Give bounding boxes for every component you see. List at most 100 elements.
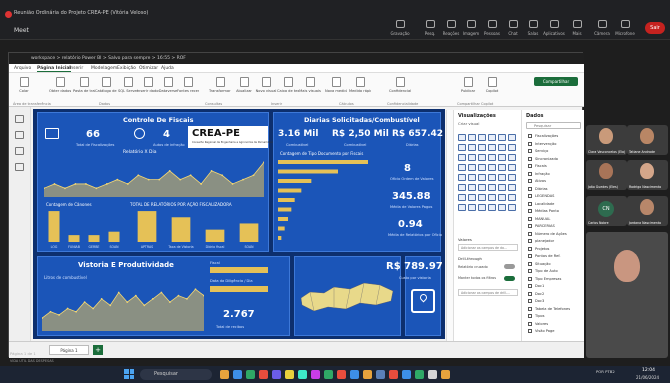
visual-type-icon[interactable] — [498, 204, 506, 211]
taskbar-app-icon[interactable] — [285, 370, 294, 379]
visual-type-icon[interactable] — [478, 134, 486, 141]
field-table-item[interactable]: Pontos de Ref. — [528, 254, 560, 258]
clock-time[interactable]: 12:04 — [642, 368, 655, 373]
visual-type-icon[interactable] — [478, 164, 486, 171]
participant-tile[interactable]: Clara Vasconcelos (Ela) — [586, 125, 627, 155]
taskbar-app-icon[interactable] — [324, 370, 333, 379]
visual-type-icon[interactable] — [458, 144, 466, 151]
report-view-icon[interactable] — [15, 115, 24, 123]
ribbon-button-2[interactable]: Pasta de trabalho do Excel — [73, 77, 95, 93]
visual-type-icon[interactable] — [498, 134, 506, 141]
taskbar-app-icon[interactable] — [376, 370, 385, 379]
checkbox-icon[interactable] — [528, 276, 532, 281]
visual-type-icon[interactable] — [468, 174, 476, 181]
menu-0[interactable]: Arquivo — [14, 66, 31, 71]
checkbox-icon[interactable] — [528, 149, 532, 153]
field-table-item[interactable]: Número de Ações — [528, 231, 567, 236]
visual-type-icon[interactable] — [458, 164, 466, 171]
field-table-item[interactable]: Diárias — [528, 186, 548, 191]
field-table-item[interactable]: Tipo de Auto — [528, 269, 558, 273]
visual-type-icon[interactable] — [468, 204, 476, 211]
visual-type-icon[interactable] — [458, 154, 466, 161]
field-table-item[interactable]: Valores — [528, 321, 548, 326]
field-table-item[interactable]: Tabela de Telefones — [528, 306, 570, 311]
checkbox-icon[interactable] — [528, 261, 532, 266]
field-table-item[interactable]: Serviço — [528, 149, 548, 153]
visual-type-icon[interactable] — [508, 154, 516, 161]
field-table-item[interactable]: Sincronizado — [528, 156, 558, 161]
meeting-tool-4[interactable]: Pessoas — [481, 20, 503, 37]
page-tab[interactable]: Página 1 — [49, 345, 89, 355]
taskbar-app-icon[interactable] — [233, 370, 242, 379]
ribbon-button-5[interactable]: Inserir dados — [137, 77, 159, 93]
meeting-tool-1[interactable]: Pesq. — [419, 20, 441, 37]
checkbox-icon[interactable] — [528, 306, 532, 311]
visual-type-icon[interactable] — [508, 194, 516, 201]
visual-type-icon[interactable] — [508, 144, 516, 151]
field-table-item[interactable]: MANUAL — [528, 216, 550, 221]
field-table-item[interactable]: Doc1 — [528, 284, 544, 288]
menu-1[interactable]: Página Inicial — [37, 66, 71, 72]
visual-type-icon[interactable] — [458, 204, 466, 211]
visual-type-icon[interactable] — [468, 134, 476, 141]
meeting-tool-7[interactable]: Aplicativos — [543, 20, 565, 37]
ribbon-button-4[interactable]: SQL Server — [117, 77, 139, 93]
visual-type-icon[interactable] — [498, 174, 506, 181]
visual-type-icon[interactable] — [488, 144, 496, 151]
visual-type-icon[interactable] — [458, 134, 466, 141]
meeting-tool-5[interactable]: Chat — [502, 20, 524, 37]
ribbon-button-1[interactable]: Obter dados — [49, 77, 71, 93]
taskbar-app-icon[interactable] — [337, 370, 346, 379]
filters-pane-tab[interactable] — [446, 110, 453, 341]
field-table-item[interactable]: Doc2 — [528, 291, 544, 296]
meeting-tool-9[interactable]: Câmera — [591, 20, 613, 37]
visual-type-icon[interactable] — [478, 154, 486, 161]
leave-button[interactable]: Sair — [645, 22, 665, 34]
ribbon-button-0[interactable]: Colar — [13, 77, 35, 93]
menu-5[interactable]: Otimizar — [139, 66, 158, 71]
visual-type-icon[interactable] — [478, 194, 486, 201]
data-search-input[interactable]: Pesquisar — [526, 122, 581, 129]
visual-type-icon[interactable] — [488, 174, 496, 181]
field-table-item[interactable]: Visão Page — [528, 329, 555, 333]
checkbox-icon[interactable] — [528, 179, 532, 183]
participant-tile[interactable]: CN Carlos Nobre — [586, 196, 627, 226]
visual-type-icon[interactable] — [508, 164, 516, 171]
meeting-tool-8[interactable]: Mais — [566, 20, 588, 37]
keep-filters-toggle[interactable] — [504, 276, 515, 281]
checkbox-icon[interactable] — [528, 284, 532, 288]
ribbon-button-11[interactable]: Caixa de texto — [277, 77, 299, 93]
taskbar-app-icon[interactable] — [402, 370, 411, 379]
meeting-tool-0[interactable]: Gravação — [389, 20, 411, 37]
menu-6[interactable]: Ajuda — [161, 66, 174, 71]
taskbar-app-icon[interactable] — [428, 370, 437, 379]
checkbox-icon[interactable] — [528, 171, 532, 176]
ribbon-button-7[interactable]: Fontes recentes — [177, 77, 199, 93]
field-table-item[interactable]: Fiscalizações — [528, 134, 558, 138]
checkbox-icon[interactable] — [528, 329, 532, 333]
ribbon-button-9[interactable]: Atualizar — [233, 77, 255, 93]
language-indicator[interactable]: POR PTB2 — [596, 369, 616, 374]
taskbar-app-icon[interactable] — [350, 370, 359, 379]
ribbon-button-16[interactable]: Publicar — [457, 77, 479, 93]
checkbox-icon[interactable] — [528, 201, 532, 206]
meeting-tool-2[interactable]: Reações — [440, 20, 462, 37]
checkbox-icon[interactable] — [528, 231, 532, 236]
visual-type-icon[interactable] — [478, 184, 486, 191]
share-button[interactable]: Compartilhar — [534, 77, 578, 86]
field-table-item[interactable]: Situação — [528, 261, 551, 266]
checkbox-icon[interactable] — [528, 216, 532, 221]
field-table-item[interactable]: Infração — [528, 171, 550, 176]
checkbox-icon[interactable] — [528, 246, 532, 251]
field-table-item[interactable]: PARCERIAS — [528, 224, 555, 228]
ribbon-button-6[interactable]: Dataverse — [157, 77, 179, 93]
taskbar-app-icon[interactable] — [389, 370, 398, 379]
filter-data-slicer[interactable] — [210, 286, 268, 292]
field-table-item[interactable]: Médias Ponto — [528, 209, 559, 213]
visual-type-icon[interactable] — [468, 144, 476, 151]
ribbon-button-14[interactable]: Medida rápida — [349, 77, 371, 93]
visual-type-icon[interactable] — [468, 194, 476, 201]
field-table-item[interactable]: Doc3 — [528, 299, 544, 303]
taskbar-app-icon[interactable] — [415, 370, 424, 379]
participant-tile[interactable]: Rodrigo Nascimento — [627, 160, 668, 190]
